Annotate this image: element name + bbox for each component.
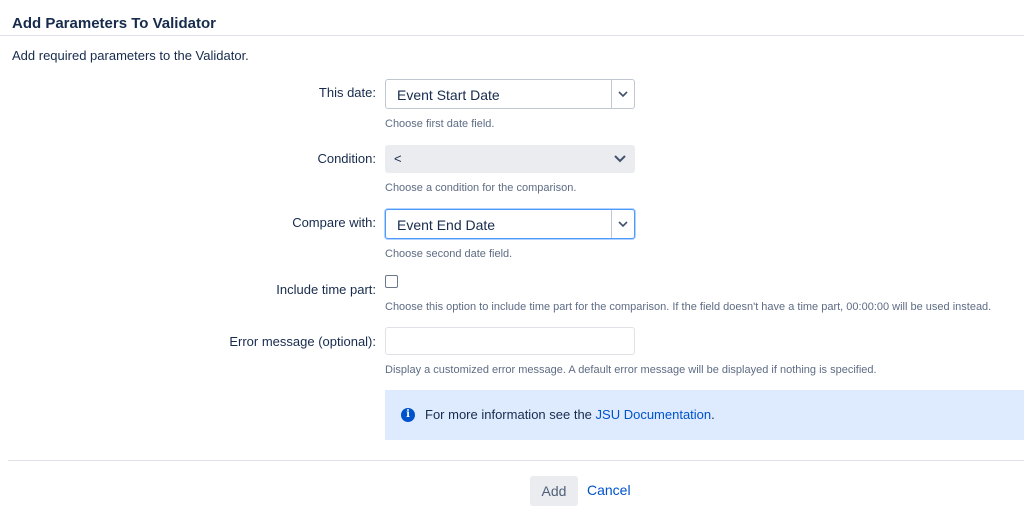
- condition-select[interactable]: <: [385, 145, 635, 173]
- jsu-documentation-link[interactable]: JSU Documentation: [596, 407, 712, 422]
- footer-divider: [8, 460, 1024, 461]
- include-time-label: Include time part:: [276, 282, 376, 297]
- compare-with-select[interactable]: Event End Date: [385, 209, 635, 239]
- compare-with-value: Event End Date: [397, 217, 496, 233]
- chevron-down-icon: [611, 149, 629, 169]
- condition-label: Condition:: [317, 151, 376, 166]
- chevron-down-icon: [612, 210, 634, 238]
- include-time-help: Choose this option to include time part …: [385, 301, 992, 313]
- this-date-label: This date:: [318, 85, 376, 100]
- title-divider: [0, 35, 1024, 36]
- error-message-label: Error message (optional):: [229, 334, 376, 349]
- this-date-select[interactable]: Event Start Date: [385, 79, 635, 109]
- include-time-checkbox[interactable]: [385, 275, 398, 288]
- dialog-title: Add Parameters To Validator: [12, 15, 216, 32]
- cancel-link[interactable]: Cancel: [587, 482, 631, 498]
- info-text-suffix: .: [711, 407, 715, 422]
- condition-value: <: [394, 151, 402, 166]
- chevron-down-icon: [612, 80, 634, 108]
- this-date-help: Choose first date field.: [385, 118, 495, 130]
- compare-with-help: Choose second date field.: [385, 248, 513, 260]
- info-text: For more information see the JSU Documen…: [425, 407, 715, 422]
- this-date-value: Event Start Date: [397, 87, 500, 103]
- validator-parameters-dialog: Add Parameters To Validator Add required…: [0, 0, 1024, 520]
- info-icon: i: [401, 408, 415, 422]
- condition-help: Choose a condition for the comparison.: [385, 182, 577, 194]
- error-message-help: Display a customized error message. A de…: [385, 364, 877, 376]
- error-message-input[interactable]: [385, 327, 635, 355]
- dialog-description: Add required parameters to the Validator…: [12, 48, 249, 63]
- add-button[interactable]: Add: [530, 476, 578, 506]
- compare-with-label: Compare with:: [292, 215, 376, 230]
- info-text-prefix: For more information see the: [425, 407, 596, 422]
- info-message: i For more information see the JSU Docum…: [385, 390, 1024, 440]
